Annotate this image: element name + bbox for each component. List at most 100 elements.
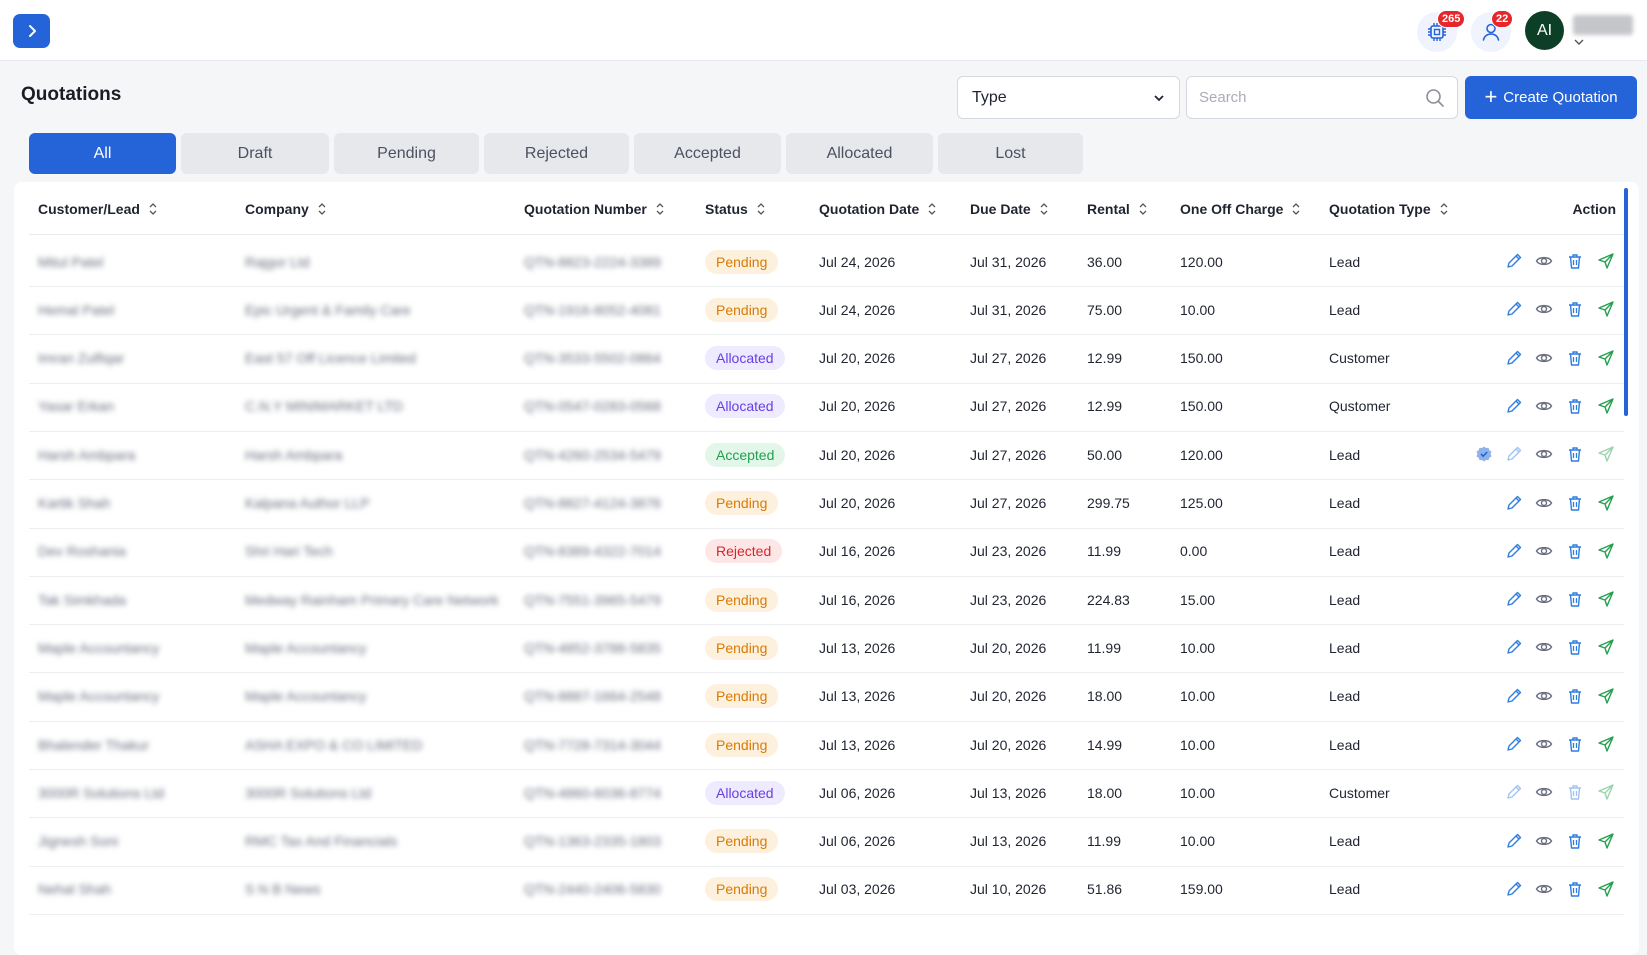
sort-icon[interactable] xyxy=(1439,202,1449,216)
send-icon[interactable] xyxy=(1597,880,1615,898)
sort-icon[interactable] xyxy=(1039,202,1049,216)
avatar[interactable]: AI xyxy=(1525,11,1564,50)
sort-icon[interactable] xyxy=(756,202,766,216)
view-icon[interactable] xyxy=(1535,445,1553,463)
tab-draft[interactable]: Draft xyxy=(181,133,329,174)
tab-allocated[interactable]: Allocated xyxy=(786,133,933,174)
view-icon[interactable] xyxy=(1535,638,1553,656)
table-row[interactable]: Imran Zulfiqar East 57 Off Licence Limite… xyxy=(29,333,1624,384)
view-icon[interactable] xyxy=(1535,300,1553,318)
tab-rejected[interactable]: Rejected xyxy=(484,133,629,174)
column-header-one-off-charge[interactable]: One Off Charge xyxy=(1180,182,1301,235)
delete-icon[interactable] xyxy=(1566,542,1584,560)
edit-icon[interactable] xyxy=(1505,300,1523,318)
view-icon[interactable] xyxy=(1535,735,1553,753)
type-select[interactable]: Type xyxy=(957,76,1180,119)
column-header-due-date[interactable]: Due Date xyxy=(970,182,1049,235)
table-row[interactable]: Hemal Patel Epic Urgent & Family Care QTN-… xyxy=(29,284,1624,336)
sort-icon[interactable] xyxy=(1291,202,1301,216)
table-row[interactable]: Kartik Shah Kalpana Author LLP QTN-8827-41… xyxy=(29,478,1624,529)
tab-pending[interactable]: Pending xyxy=(334,133,479,174)
view-icon[interactable] xyxy=(1535,252,1553,270)
edit-icon[interactable] xyxy=(1505,397,1523,415)
table-row[interactable]: Maple Accountancy Maple Accountancy QTN-88… xyxy=(29,671,1624,722)
column-header-status[interactable]: Status xyxy=(705,182,766,235)
send-icon[interactable] xyxy=(1597,445,1615,463)
send-icon[interactable] xyxy=(1597,494,1615,512)
delete-icon[interactable] xyxy=(1566,349,1584,367)
edit-icon[interactable] xyxy=(1505,590,1523,608)
send-icon[interactable] xyxy=(1597,735,1615,753)
tab-all[interactable]: All xyxy=(29,133,176,174)
delete-icon[interactable] xyxy=(1566,300,1584,318)
user-requests-button[interactable]: 22 xyxy=(1471,10,1514,52)
table-row[interactable]: Bhalender Thakur ASHA EXPO & CO LIMITED QT… xyxy=(29,719,1624,770)
verified-check-icon[interactable] xyxy=(1475,445,1493,463)
delete-icon[interactable] xyxy=(1566,880,1584,898)
sort-icon[interactable] xyxy=(1138,202,1148,216)
view-icon[interactable] xyxy=(1535,832,1553,850)
delete-icon[interactable] xyxy=(1566,638,1584,656)
send-icon[interactable] xyxy=(1597,832,1615,850)
edit-icon[interactable] xyxy=(1505,494,1523,512)
tab-lost[interactable]: Lost xyxy=(938,133,1083,174)
table-row[interactable]: 3000R Solutions Ltd 3000R Solutions Ltd QT… xyxy=(29,767,1624,819)
column-header-rental[interactable]: Rental xyxy=(1087,182,1148,235)
edit-icon[interactable] xyxy=(1505,252,1523,270)
view-icon[interactable] xyxy=(1535,783,1553,801)
send-icon[interactable] xyxy=(1597,252,1615,270)
column-header-quotation-type[interactable]: Quotation Type xyxy=(1329,182,1449,235)
view-icon[interactable] xyxy=(1535,542,1553,560)
column-header-company[interactable]: Company xyxy=(245,182,327,235)
expand-sidebar-button[interactable] xyxy=(13,14,50,48)
view-icon[interactable] xyxy=(1535,397,1553,415)
table-row[interactable]: Harsh Ambpara Harsh Ambpara QTN-4260-2534-… xyxy=(29,429,1624,481)
edit-icon[interactable] xyxy=(1505,542,1523,560)
edit-icon[interactable] xyxy=(1505,687,1523,705)
table-row[interactable]: Dev Roshania Shri Hari Tech QTN-8389-4322-… xyxy=(29,526,1624,577)
edit-icon[interactable] xyxy=(1505,445,1523,463)
notifications-chip-button[interactable]: 265 xyxy=(1417,10,1466,52)
send-icon[interactable] xyxy=(1597,300,1615,318)
delete-icon[interactable] xyxy=(1566,494,1584,512)
delete-icon[interactable] xyxy=(1566,832,1584,850)
send-icon[interactable] xyxy=(1597,687,1615,705)
edit-icon[interactable] xyxy=(1505,832,1523,850)
create-quotation-button[interactable]: + Create Quotation xyxy=(1465,76,1637,119)
sort-icon[interactable] xyxy=(317,202,327,216)
sort-icon[interactable] xyxy=(148,202,158,216)
view-icon[interactable] xyxy=(1535,687,1553,705)
view-icon[interactable] xyxy=(1535,880,1553,898)
send-icon[interactable] xyxy=(1597,349,1615,367)
delete-icon[interactable] xyxy=(1566,783,1584,801)
delete-icon[interactable] xyxy=(1566,590,1584,608)
tab-accepted[interactable]: Accepted xyxy=(634,133,781,174)
view-icon[interactable] xyxy=(1535,494,1553,512)
view-icon[interactable] xyxy=(1535,349,1553,367)
search-input[interactable] xyxy=(1199,89,1419,106)
send-icon[interactable] xyxy=(1597,542,1615,560)
table-row[interactable]: Jignesh Soni RMC Tax And Financials QTN-13… xyxy=(29,816,1624,867)
column-header-quotation-date[interactable]: Quotation Date xyxy=(819,182,937,235)
table-row[interactable]: Maple Accountancy Maple Accountancy QTN-48… xyxy=(29,622,1624,674)
delete-icon[interactable] xyxy=(1566,735,1584,753)
delete-icon[interactable] xyxy=(1566,397,1584,415)
sort-icon[interactable] xyxy=(655,202,665,216)
delete-icon[interactable] xyxy=(1566,687,1584,705)
table-row[interactable]: Nehal Shah S N B News QTN-2440-2406-5830 Pe… xyxy=(29,864,1624,915)
table-row[interactable]: Yasar Erkan C.N.Y MINIMARKET LTD QTN-0547-… xyxy=(29,381,1624,432)
column-header-number[interactable]: Quotation Number xyxy=(524,182,665,235)
send-icon[interactable] xyxy=(1597,783,1615,801)
view-icon[interactable] xyxy=(1535,590,1553,608)
edit-icon[interactable] xyxy=(1505,349,1523,367)
delete-icon[interactable] xyxy=(1566,252,1584,270)
sort-icon[interactable] xyxy=(927,202,937,216)
chevron-down-icon[interactable] xyxy=(1573,37,1585,47)
edit-icon[interactable] xyxy=(1505,638,1523,656)
send-icon[interactable] xyxy=(1597,590,1615,608)
search-box[interactable] xyxy=(1186,76,1458,119)
edit-icon[interactable] xyxy=(1505,880,1523,898)
send-icon[interactable] xyxy=(1597,397,1615,415)
edit-icon[interactable] xyxy=(1505,735,1523,753)
table-row[interactable]: Mitul Patel Rajgor Ltd QTN-8823-2224-3389 P… xyxy=(29,236,1624,287)
